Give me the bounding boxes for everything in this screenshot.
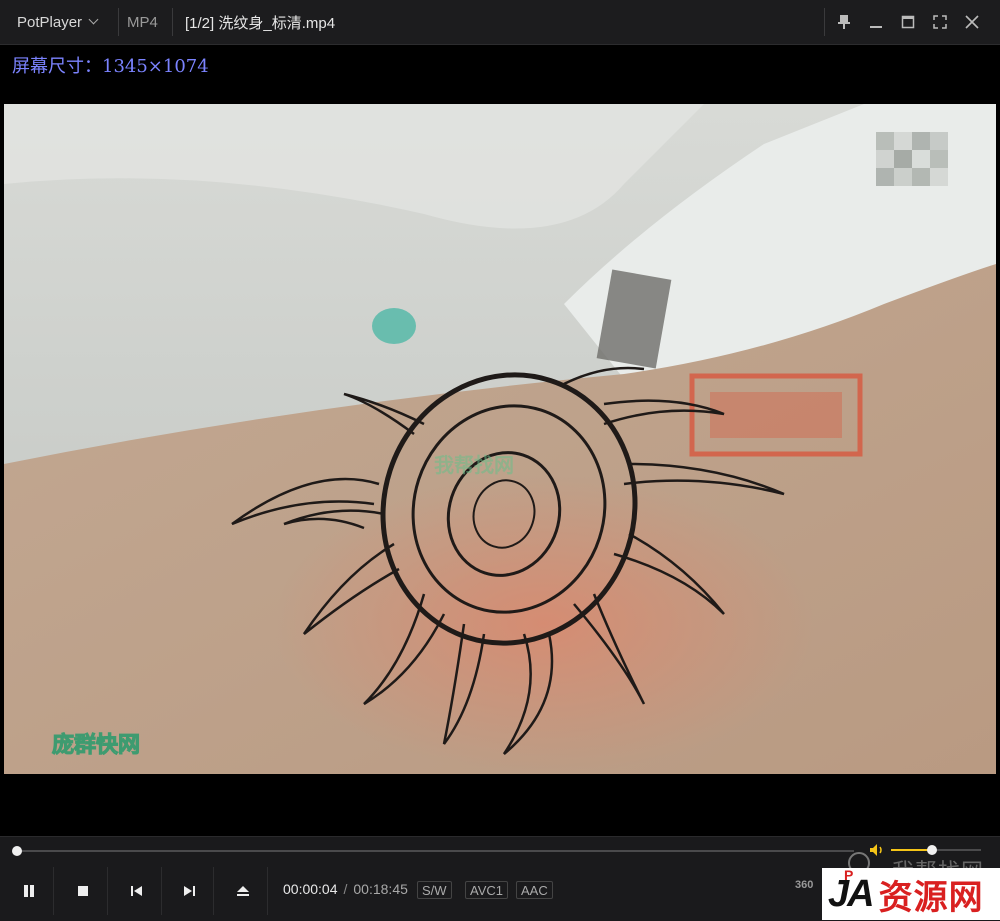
current-time: 00:00:04 xyxy=(283,881,338,897)
maximize-icon xyxy=(901,15,915,29)
video-frame[interactable]: 庞群快网 我帮找网 xyxy=(4,104,996,774)
pause-icon xyxy=(23,885,34,897)
title-bar: PotPlayer MP4 [1/2] 洗纹身_标清.mp4 xyxy=(0,0,1000,45)
skip-next-icon xyxy=(183,886,195,896)
seek-handle[interactable] xyxy=(12,846,23,856)
divider xyxy=(824,8,825,36)
previous-button[interactable] xyxy=(112,867,162,915)
fullscreen-icon xyxy=(933,15,947,29)
next-button[interactable] xyxy=(164,867,214,915)
seek-bar[interactable] xyxy=(12,846,854,856)
pin-button[interactable] xyxy=(828,0,860,44)
window-controls xyxy=(828,0,1000,44)
video-watermark-center: 我帮找网 xyxy=(434,453,514,477)
divider xyxy=(118,8,119,36)
speaker-icon[interactable] xyxy=(869,843,885,857)
video-codec-tag[interactable]: AVC1 xyxy=(465,881,508,899)
close-button[interactable] xyxy=(956,0,988,44)
screen-size-overlay: 屏幕尺寸：1345×1074 xyxy=(12,56,209,77)
site-logo: JA P 资源网 xyxy=(822,866,1000,920)
minimize-icon xyxy=(870,26,882,28)
pause-button[interactable] xyxy=(4,867,54,915)
audio-codec-tag[interactable]: AAC xyxy=(516,881,553,899)
app-name: PotPlayer xyxy=(17,13,83,31)
close-icon xyxy=(965,15,979,29)
pin-icon xyxy=(838,15,850,29)
maximize-button[interactable] xyxy=(892,0,924,44)
skip-previous-icon xyxy=(130,886,142,896)
stop-button[interactable] xyxy=(58,867,108,915)
time-separator: / xyxy=(343,881,348,897)
minimize-button[interactable] xyxy=(860,0,892,44)
mosaic-blur xyxy=(876,132,948,186)
vr-360-button[interactable]: 360 xyxy=(795,879,813,891)
stop-icon xyxy=(77,886,88,896)
fullscreen-button[interactable] xyxy=(924,0,956,44)
divider xyxy=(172,8,173,36)
chevron-down-icon xyxy=(88,14,99,25)
app-menu-button[interactable]: PotPlayer xyxy=(0,0,118,44)
format-label: MP4 xyxy=(127,13,158,31)
sw-decoder-tag[interactable]: S/W xyxy=(417,881,452,899)
logo-ja: JA P xyxy=(828,866,875,915)
video-watermark: 庞群快网 xyxy=(52,732,140,758)
volume-level xyxy=(891,849,932,851)
eject-icon xyxy=(236,886,249,896)
total-time: 00:18:45 xyxy=(353,881,408,897)
file-title: [1/2] 洗纹身_标清.mp4 xyxy=(185,14,336,32)
volume-slider[interactable] xyxy=(891,845,981,855)
video-image: 庞群快网 我帮找网 xyxy=(4,104,996,774)
time-display: 00:00:04 / 00:18:45 xyxy=(283,881,408,897)
eject-button[interactable] xyxy=(218,867,268,915)
logo-cn: 资源网 xyxy=(878,878,984,917)
